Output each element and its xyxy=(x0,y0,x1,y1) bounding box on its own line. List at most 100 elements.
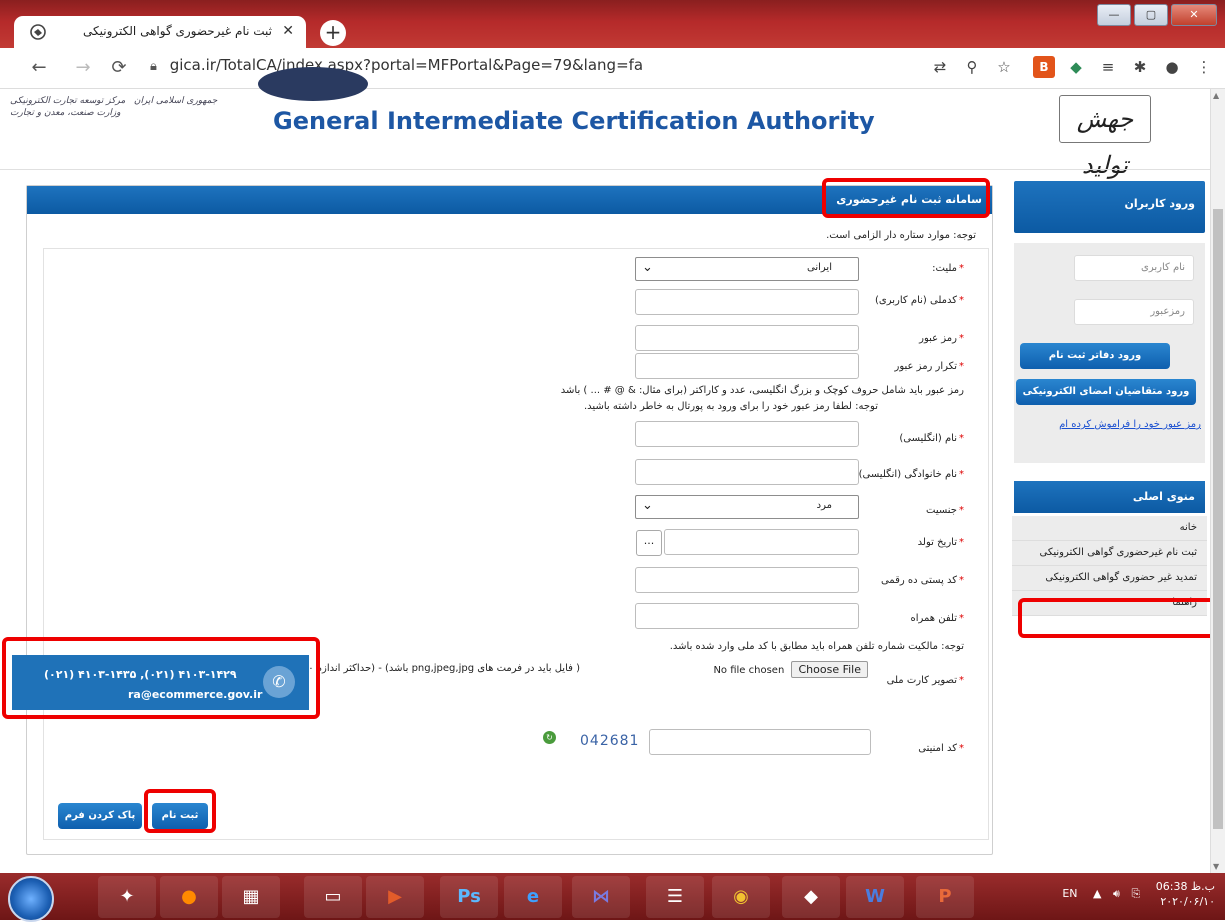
gender-label: *جنسیت xyxy=(926,505,964,516)
tray-arrow-icon[interactable]: ▲ xyxy=(1093,887,1101,900)
login-header: ورود کاربران xyxy=(1014,181,1205,233)
password-repeat-label: *تکرار رمز عبور xyxy=(894,361,964,372)
chrome-icon[interactable]: ◉ xyxy=(712,876,770,918)
menu-item-registration[interactable]: ثبت نام غیرحضوری گواهی الکترونیکی xyxy=(1012,541,1207,566)
mobile-input[interactable] xyxy=(635,603,859,629)
registry-login-button[interactable]: ورود دفاتر ثبت نام xyxy=(1020,343,1170,369)
photoshop-icon[interactable]: Ps xyxy=(440,876,498,918)
site-title: General Intermediate Certification Autho… xyxy=(273,107,875,135)
password-repeat-input[interactable] xyxy=(635,353,859,379)
form-container: *ملیت: ایرانی ⌄ *کدملی (نام کاربری) *رمز… xyxy=(43,248,989,840)
site-header: جمهوری اسلامی ایران مرکز توسعه تجارت الک… xyxy=(0,67,1211,179)
browser-tab[interactable]: ثبت نام غیرحضوری گواهی الکترونیکی ✕ xyxy=(14,16,306,48)
anydesk-icon[interactable]: ◆ xyxy=(782,876,840,918)
national-id-input[interactable] xyxy=(635,289,859,315)
network-icon[interactable]: ⎘ xyxy=(1131,887,1140,900)
scroll-thumb[interactable] xyxy=(1213,209,1223,829)
scroll-up-icon[interactable]: ▲ xyxy=(1213,91,1219,100)
lock-icon: 🔒︎ xyxy=(150,59,157,74)
windows-taskbar: ✦ ● ▦ ▭ ▶ Ps e ⋈ ☰ ◉ ◆ W P EN ▲ 🔊︎ ⎘ 06:… xyxy=(0,873,1225,922)
nationality-label: *ملیت: xyxy=(932,263,964,274)
captcha-refresh-icon[interactable]: ↻ xyxy=(543,731,556,744)
firefox-icon[interactable]: ● xyxy=(160,876,218,918)
file-explorer-icon[interactable]: ▭ xyxy=(304,876,362,918)
extension-globe-icon[interactable]: ◆ xyxy=(1065,56,1087,78)
captcha-input[interactable] xyxy=(649,729,871,755)
tab-close-icon[interactable]: ✕ xyxy=(282,23,294,39)
scroll-down-icon[interactable]: ▼ xyxy=(1213,862,1219,871)
extension-b-icon[interactable]: B xyxy=(1033,56,1055,78)
close-window-button[interactable]: ✕ xyxy=(1171,4,1217,26)
browser-titlebar: ثبت نام غیرحضوری گواهی الکترونیکی ✕ + — … xyxy=(0,0,1225,48)
bookmark-star-icon[interactable]: ☆ xyxy=(993,56,1015,78)
clear-form-button[interactable]: پاک کردن فرم xyxy=(58,803,142,829)
username-input[interactable]: نام کاربری xyxy=(1074,255,1194,281)
clock[interactable]: 06:38 ب.ظ ۲۰۲۰/۰۶/۱۰ xyxy=(1156,879,1215,909)
contact-phones: (۰۲۱) ۴۱۰۳-۱۴۳۵ ,(۰۲۱) ۴۱۰۳-۱۴۲۹ xyxy=(44,668,237,681)
back-icon[interactable]: ← xyxy=(28,57,50,78)
captcha-image: 042681 xyxy=(580,733,640,749)
login-panel: نام کاربری رمزعبور ورود دفاتر ثبت نام ور… xyxy=(1014,243,1205,463)
contact-email: ra@ecommerce.gov.ir xyxy=(128,688,263,701)
last-name-label: *نام خانوادگی (انگلیسی) xyxy=(858,469,964,480)
powerpoint-icon[interactable]: P xyxy=(916,876,974,918)
address-bar[interactable]: 🔒︎ gica.ir/TotalCA/index.aspx?portal=MFP… xyxy=(150,56,643,74)
emblem-arc xyxy=(258,67,368,101)
password-side-input[interactable]: رمزعبور xyxy=(1074,299,1194,325)
phone-mail-icon: ✆ xyxy=(263,666,295,698)
password-input[interactable] xyxy=(635,325,859,351)
applicant-login-button[interactable]: ورود متقاضیان امضای الکترونیکی xyxy=(1016,379,1196,405)
internet-explorer-icon[interactable]: e xyxy=(504,876,562,918)
app-icon-8[interactable]: ⋈ xyxy=(572,876,630,918)
first-name-input[interactable] xyxy=(635,421,859,447)
main-menu-header: منوی اصلی xyxy=(1014,481,1205,513)
national-id-label: *کدملی (نام کاربری) xyxy=(875,295,964,306)
login-title: ورود کاربران xyxy=(1124,197,1195,210)
file-status: No file chosen xyxy=(713,665,785,676)
nationality-select[interactable]: ایرانی ⌄ xyxy=(635,257,859,281)
postal-code-input[interactable] xyxy=(635,567,859,593)
zoom-icon[interactable]: ⚲ xyxy=(961,56,983,78)
page-scrollbar[interactable]: ▲ ▼ xyxy=(1210,89,1225,873)
tab-title: ثبت نام غیرحضوری گواهی الکترونیکی xyxy=(83,24,272,38)
app-icon-3[interactable]: ▦ xyxy=(222,876,280,918)
clock-date: ۲۰۲۰/۰۶/۱۰ xyxy=(1160,895,1215,908)
volume-icon[interactable]: 🔊︎ xyxy=(1113,887,1120,900)
menu-kebab-icon[interactable]: ⋮ xyxy=(1193,56,1215,78)
brand-logo: جهش تولید xyxy=(1059,95,1151,179)
translate-icon[interactable]: ⇄ xyxy=(929,56,951,78)
toolbar-icons: ⇄ ⚲ ☆ B ◆ ≡ ✱ ● ⋮ xyxy=(929,56,1215,78)
file-input[interactable]: No file chosen Choose File xyxy=(713,661,868,678)
password-hint: رمز عبور باید شامل حروف کوچک و بزرگ انگل… xyxy=(560,385,964,396)
menu-item-renewal[interactable]: تمدید غیر حضوری گواهی الکترونیکی xyxy=(1012,566,1207,591)
last-name-input[interactable] xyxy=(635,459,859,485)
menu-item-home[interactable]: خانه xyxy=(1012,516,1207,541)
minimize-button[interactable]: — xyxy=(1097,4,1131,26)
birth-date-input[interactable] xyxy=(664,529,859,555)
forgot-password-link[interactable]: رمز عبور خود را فراموش کرده ام xyxy=(1059,419,1201,430)
gender-select[interactable]: مرد ⌄ xyxy=(635,495,859,519)
language-indicator[interactable]: EN xyxy=(1062,887,1077,900)
chevron-down-icon: ⌄ xyxy=(642,260,653,275)
chevron-down-icon: ⌄ xyxy=(642,498,653,513)
date-picker-button[interactable]: ... xyxy=(636,530,662,556)
reload-icon[interactable]: ⟳ xyxy=(108,57,130,78)
word-icon[interactable]: W xyxy=(846,876,904,918)
id-card-label: *تصویر کارت ملی xyxy=(886,675,964,686)
new-tab-button[interactable]: + xyxy=(320,20,346,46)
submit-highlight xyxy=(144,789,216,833)
maximize-button[interactable]: ▢ xyxy=(1134,4,1168,26)
forward-icon[interactable]: → xyxy=(72,57,94,78)
profile-icon[interactable]: ● xyxy=(1161,56,1183,78)
app-icon-1[interactable]: ✦ xyxy=(98,876,156,918)
password-label: *رمز عبور xyxy=(919,333,964,344)
main-menu-title: منوی اصلی xyxy=(1132,490,1195,503)
extensions-puzzle-icon[interactable]: ✱ xyxy=(1129,56,1151,78)
choose-file-button[interactable]: Choose File xyxy=(791,661,868,678)
postal-code-label: *کد پستی ده رقمی xyxy=(880,575,964,586)
start-button[interactable] xyxy=(8,876,54,922)
winrar-icon[interactable]: ☰ xyxy=(646,876,704,918)
media-player-icon[interactable]: ▶ xyxy=(366,876,424,918)
extension-list-icon[interactable]: ≡ xyxy=(1097,56,1119,78)
browser-toolbar: ← → ⟳ 🔒︎ gica.ir/TotalCA/index.aspx?port… xyxy=(0,48,1225,89)
